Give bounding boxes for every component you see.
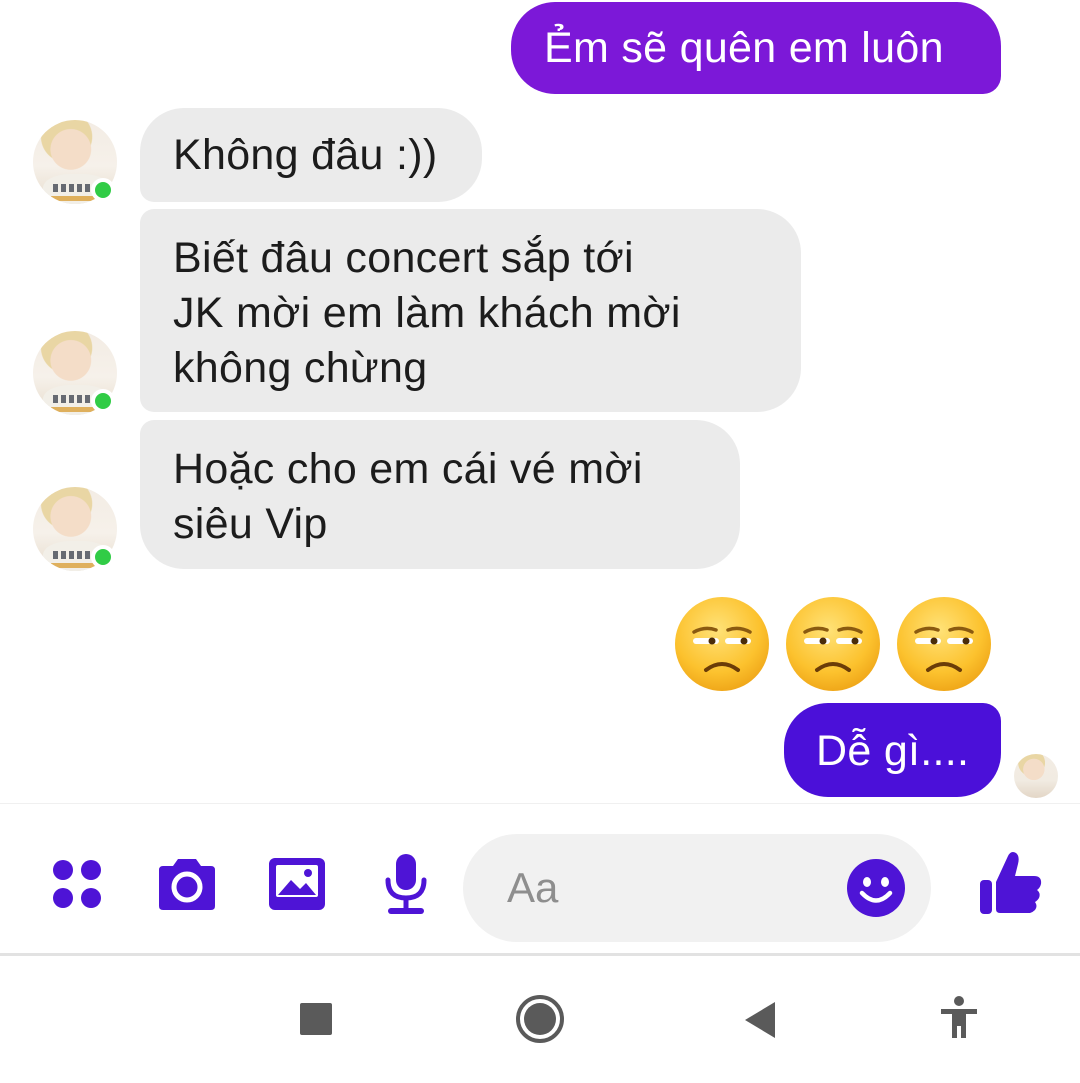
online-status-dot [91,545,115,569]
home-circle-icon[interactable] [515,994,565,1044]
message-text-line: JK mời em làm khách mời [173,289,681,337]
message-bubble-outgoing[interactable]: Ẻm sẽ quên em luôn [511,2,1001,94]
system-navigation-bar [0,956,1080,1083]
unamused-face-icon [786,597,880,691]
message-text: Không đâu :)) [173,131,438,179]
thumbs-up-icon[interactable] [978,848,1044,918]
message-text-line: siêu Vip [173,500,328,548]
message-bubble-outgoing[interactable]: Dễ gì.... [784,703,1001,797]
unamused-face-icon [897,597,991,691]
message-text: Dễ gì.... [816,727,970,775]
back-triangle-icon[interactable] [743,1000,777,1040]
message-bubble-incoming[interactable]: Biết đâu concert sắp tới JK mời em làm k… [140,209,801,412]
contact-avatar[interactable] [33,331,117,415]
divider [0,803,1080,804]
message-bubble-incoming[interactable]: Hoặc cho em cái vé mời siêu Vip [140,420,740,569]
online-status-dot [91,178,115,202]
message-bubble-incoming[interactable]: Không đâu :)) [140,108,482,202]
message-text: Ẻm sẽ quên em luôn [544,24,944,72]
gallery-icon[interactable] [267,856,327,912]
apps-grid-icon[interactable] [47,854,107,914]
message-input-container[interactable] [463,834,931,942]
recents-square-icon[interactable] [299,1002,333,1036]
message-input[interactable] [507,860,837,916]
unamused-face-icon [675,597,769,691]
seen-avatar [1014,754,1058,798]
emoji-message[interactable] [670,594,1000,694]
contact-avatar[interactable] [33,120,117,204]
message-text-line: không chừng [173,344,428,392]
online-status-dot [91,389,115,413]
accessibility-icon[interactable] [939,996,979,1040]
microphone-icon[interactable] [381,852,431,916]
message-text-line: Biết đâu concert sắp tới [173,234,634,282]
emoji-icon[interactable] [846,858,906,918]
contact-avatar[interactable] [33,487,117,571]
camera-icon[interactable] [155,856,219,912]
message-text-line: Hoặc cho em cái vé mời [173,445,643,493]
